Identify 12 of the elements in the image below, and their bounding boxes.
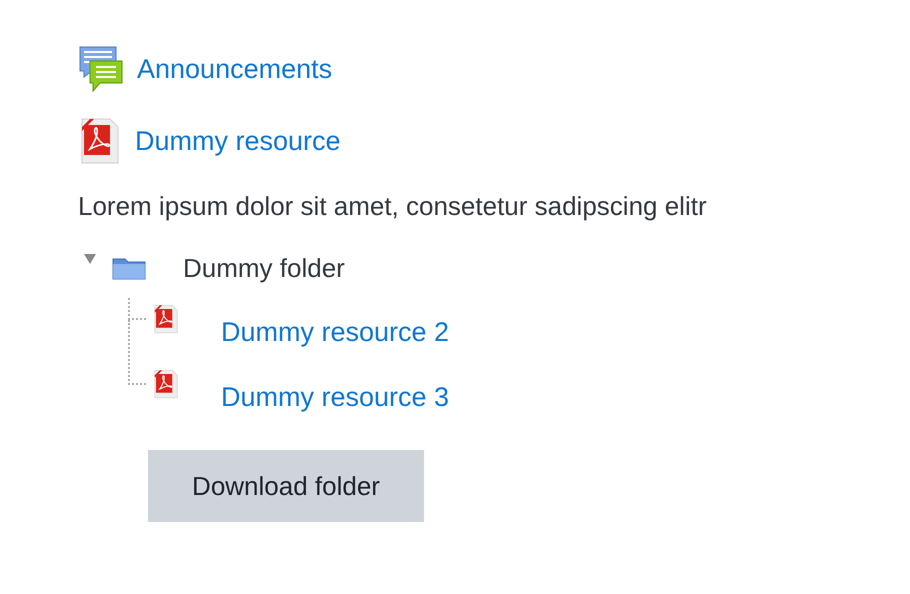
pdf-file-icon [152,304,180,334]
speech-bubbles-icon [78,45,124,93]
resource-link[interactable]: Dummy resource 3 [221,377,450,418]
collapse-triangle-icon[interactable] [84,254,96,264]
resource-link[interactable]: Dummy resource [135,120,341,162]
download-button[interactable]: Download folder [148,450,424,522]
resource-link[interactable]: Dummy resource 2 [221,312,450,353]
description-text: Lorem ipsum dolor sit amet, consetetur sadipscing elitr [78,190,707,222]
folder-icon [112,256,146,280]
pdf-file-icon [152,369,180,399]
forum-link[interactable]: Announcements [137,48,332,90]
folder-name: Dummy folder [183,252,345,284]
